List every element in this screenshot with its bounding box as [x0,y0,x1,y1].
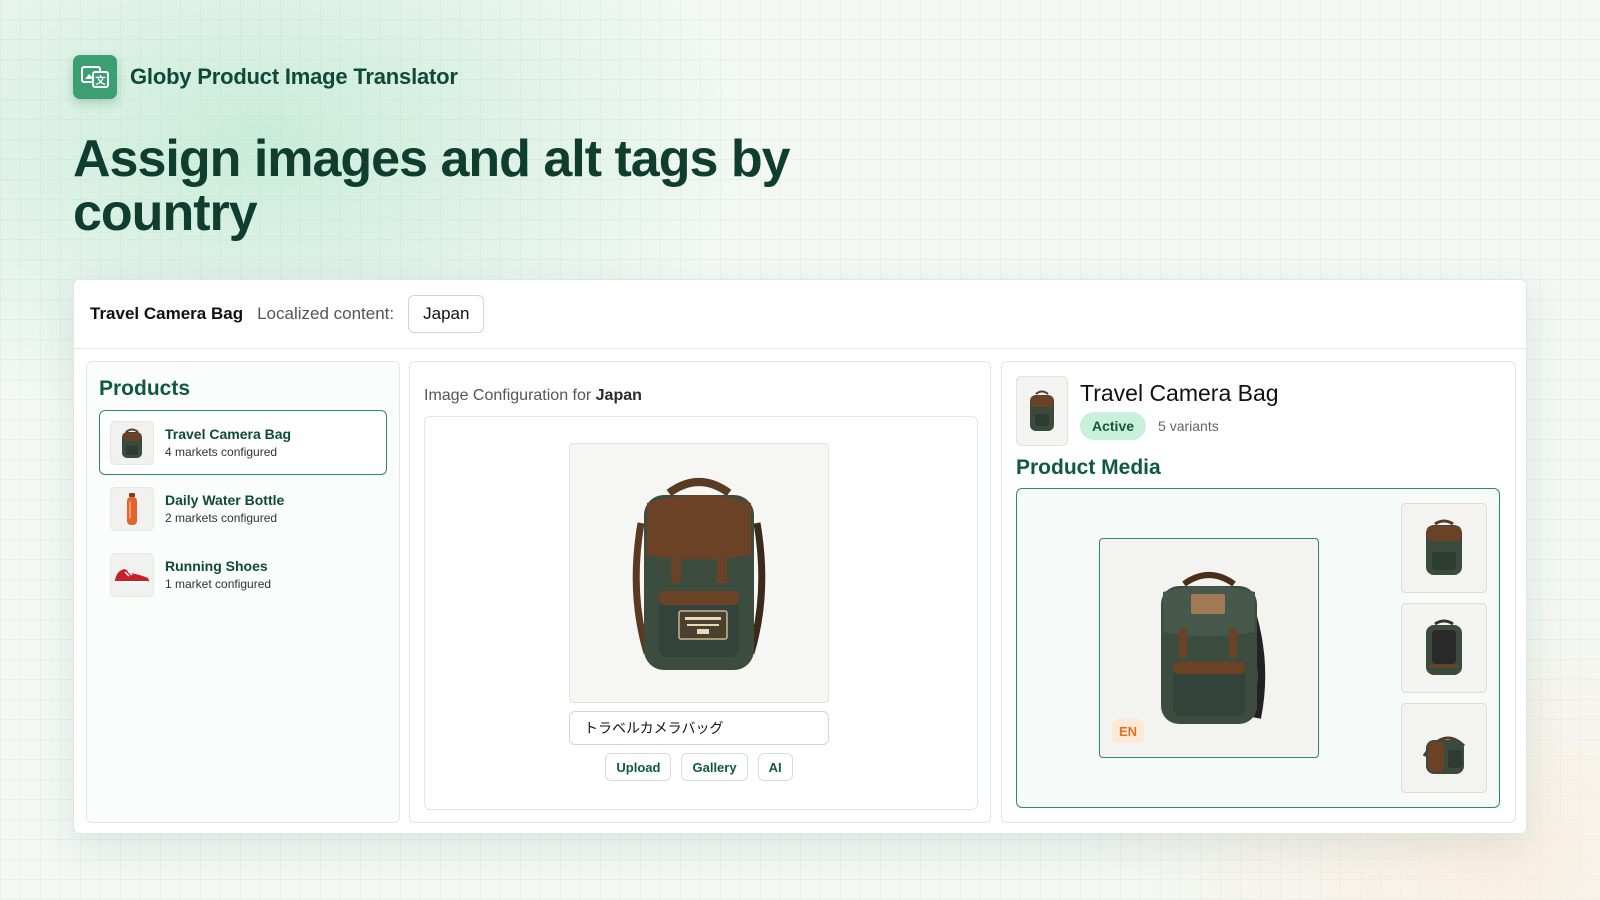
status-badge: Active [1080,412,1147,440]
top-bar: Travel Camera Bag Localized content: Jap… [74,280,1526,349]
product-markets: 2 markets configured [165,511,278,525]
current-product-name: Travel Camera Bag [90,304,244,323]
main-media-image[interactable]: EN [1099,538,1319,758]
gallery-button[interactable]: Gallery [681,753,748,781]
backpack-thumbnail [110,420,154,465]
product-meta: Active 5 variants [1080,412,1219,440]
product-name: Daily Water Bottle [165,492,285,508]
product-title: Travel Camera Bag [1080,380,1279,406]
product-name: Travel Camera Bag [165,426,292,442]
product-detail-panel: Travel Camera Bag Active 5 variants Prod… [1001,361,1516,823]
variants-count: 5 variants [1158,418,1219,434]
svg-text:文: 文 [96,74,107,87]
products-title: Products [99,377,191,400]
app-window: Travel Camera Bag Localized content: Jap… [73,279,1527,834]
product-media-title: Product Media [1016,456,1161,479]
shoe-thumbnail [110,552,154,597]
ai-button[interactable]: AI [757,753,793,781]
product-item-running-shoes[interactable]: Running Shoes 1 market configured [99,542,387,607]
upload-button[interactable]: Upload [605,753,672,781]
image-configuration-panel: Image Configuration for Japan トラベルカメラバッグ… [409,361,991,823]
image-config-country: Japan [595,387,642,404]
product-thumbnail [1016,376,1068,446]
product-markets: 4 markets configured [165,445,278,459]
product-media-box: EN [1016,488,1500,808]
page-headline: Assign images and alt tags by country [73,130,791,242]
product-list: Travel Camera Bag 4 markets configured D… [99,410,387,608]
image-config-prefix: Image Configuration for [424,387,592,404]
image-config-card: Upload Gallery AI [424,416,978,810]
media-thumbnail-back[interactable] [1401,603,1487,693]
translate-logo-icon: 文 [73,55,117,99]
country-select[interactable]: Japan [408,295,485,333]
product-name: Running Shoes [165,558,268,574]
localized-content-label: Localized content: [257,304,395,323]
image-actions: Upload Gallery AI [569,753,829,781]
bottle-thumbnail [110,486,154,531]
product-item-travel-camera-bag[interactable]: Travel Camera Bag 4 markets configured [99,410,387,475]
media-thumbnail-side[interactable] [1401,703,1487,793]
image-config-heading: Image Configuration for Japan [424,387,642,405]
products-panel: Products Travel Camera Bag 4 markets con… [86,361,400,823]
product-markets: 1 market configured [165,577,272,591]
alt-text-input[interactable] [569,711,829,745]
brand-name: Globy Product Image Translator [130,64,458,89]
language-badge: EN [1112,719,1145,743]
media-thumbnail-list [1401,503,1487,803]
media-thumbnail-front[interactable] [1401,503,1487,593]
localized-product-image[interactable] [569,443,829,703]
brand: 文 Globy Product Image Translator [73,55,458,99]
product-item-daily-water-bottle[interactable]: Daily Water Bottle 2 markets configured [99,476,387,541]
